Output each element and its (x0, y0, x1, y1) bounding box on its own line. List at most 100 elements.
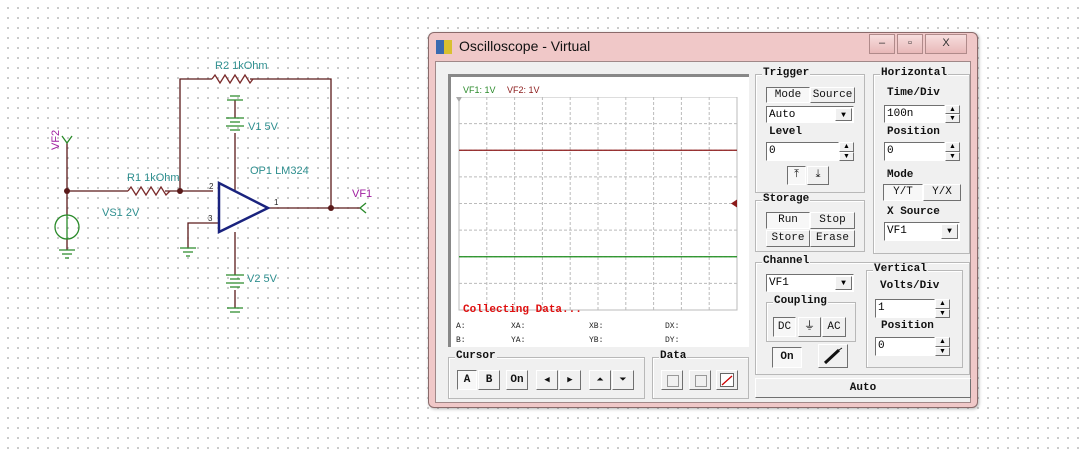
channel-select[interactable]: VF1 ▼ (766, 274, 854, 292)
store-button[interactable]: Store (766, 230, 810, 247)
horizontal-group-label: Horizontal (880, 67, 949, 79)
rising-edge-button[interactable]: ⤒ (787, 166, 806, 185)
trigger-source-tab[interactable]: Source (810, 87, 855, 103)
scope-client-area: VF1: 1V VF2: 1V Collecting Data... A: XA… (435, 61, 971, 403)
trigger-group-label: Trigger (762, 67, 811, 79)
maximize-button[interactable]: ▫ (897, 34, 923, 54)
cursor-a-button[interactable]: A (457, 370, 477, 390)
h-mode-label: Mode (887, 169, 914, 181)
opamp-symbol (217, 180, 271, 235)
x-source-select[interactable]: VF1 ▼ (884, 222, 960, 241)
readout-xb: XB: (589, 322, 604, 331)
cursor-up-button[interactable]: ⏶ (589, 370, 611, 390)
readout-xa: XA: (511, 322, 526, 331)
cursor-left-button[interactable]: ◀ (536, 370, 558, 390)
r1-resistor (127, 185, 171, 197)
coupling-group: Coupling DC ⏚ AC (766, 295, 856, 342)
trigger-marker-icon (456, 97, 462, 102)
op1-label: OP1 LM324 (250, 165, 309, 177)
window-title: Oscilloscope - Virtual (459, 38, 591, 54)
trigger-group: Trigger Mode Source Auto ▼ Level 0 ▲ ▼ ⤒ ⤓ (755, 67, 865, 193)
h-position-spinner[interactable]: ▲ ▼ (945, 142, 960, 161)
v2-label: V2 5V (247, 273, 278, 285)
time-div-label: Time/Div (887, 87, 940, 99)
scope-grid (456, 97, 738, 311)
trigger-mode-tab[interactable]: Mode (766, 87, 810, 103)
storage-group-label: Storage (762, 193, 811, 205)
run-button[interactable]: Run (766, 212, 810, 229)
coupling-label: Coupling (773, 295, 828, 307)
auto-button[interactable]: Auto (755, 378, 971, 398)
vf2-probe-label: VF2 (50, 130, 62, 150)
import-icon (667, 375, 679, 387)
data-plot-button[interactable] (716, 370, 738, 390)
x-source-value: VF1 (887, 225, 907, 237)
close-button[interactable]: X (925, 34, 967, 54)
ground-marker-icon (731, 199, 737, 208)
ch2-scale-label: VF2: 1V (507, 85, 540, 95)
oscilloscope-window: Oscilloscope - Virtual ‒ ▫ X VF1: 1V VF2… (428, 32, 978, 408)
data-import-button[interactable] (661, 370, 683, 390)
h-position-input[interactable]: 0 (884, 142, 945, 161)
r2-resistor (211, 73, 254, 85)
v1-label: V1 5V (248, 121, 279, 133)
cursor-down-button[interactable]: ⏷ (612, 370, 634, 390)
storage-group: Storage Run Stop Store Erase (755, 193, 865, 252)
volts-div-label: Volts/Div (880, 280, 940, 292)
pen-icon (823, 347, 843, 365)
trigger-mode-value: Auto (769, 109, 796, 121)
readout-dx: DX: (665, 322, 680, 331)
dc-coupling-button[interactable]: DC (773, 317, 796, 337)
data-export-button[interactable] (689, 370, 711, 390)
chevron-down-icon[interactable]: ▼ (941, 224, 958, 239)
yt-mode-button[interactable]: Y/T (883, 184, 923, 201)
chevron-down-icon[interactable]: ▼ (835, 276, 852, 290)
probe-color-button[interactable] (818, 344, 848, 368)
ch1-scale-label: VF1: 1V (463, 85, 496, 95)
erase-button[interactable]: Erase (810, 230, 855, 247)
x-source-label: X Source (887, 206, 940, 218)
svg-text:1: 1 (274, 198, 279, 207)
readout-yb: YB: (589, 336, 604, 345)
vertical-group: Vertical Volts/Div 1 ▲ ▼ Position 0 ▲ ▼ (866, 263, 963, 368)
cursor-right-button[interactable]: ▶ (559, 370, 581, 390)
horizontal-group: Horizontal Time/Div 100n ▲ ▼ Position 0 ▲… (873, 67, 970, 254)
data-group-label: Data (659, 350, 688, 362)
app-icon (436, 40, 452, 54)
yx-mode-button[interactable]: Y/X (923, 184, 961, 201)
vf1-probe-label: VF1 (352, 188, 372, 200)
r2-label: R2 1kOhm (215, 60, 268, 72)
v-position-spinner[interactable]: ▲ ▼ (935, 337, 950, 356)
v-position-input[interactable]: 0 (875, 337, 935, 356)
stop-button[interactable]: Stop (810, 212, 855, 229)
channel-group: Channel VF1 ▼ Coupling DC ⏚ AC On Vertica… (755, 255, 970, 375)
cursor-b-button[interactable]: B (478, 370, 500, 390)
minimize-button[interactable]: ‒ (869, 34, 895, 54)
volts-div-spinner[interactable]: ▲ ▼ (935, 299, 950, 318)
cursor-on-button[interactable]: On (506, 370, 528, 390)
cursor-group: Cursor A B On ◀ ▶ ⏶ ⏷ (448, 350, 645, 399)
ground-coupling-button[interactable]: ⏚ (798, 317, 821, 337)
trigger-level-input[interactable]: 0 (766, 142, 839, 161)
v-position-label: Position (881, 320, 934, 332)
ac-coupling-button[interactable]: AC (822, 317, 846, 337)
readout-dy: DY: (665, 336, 680, 345)
trigger-mode-select[interactable]: Auto ▼ (766, 106, 854, 123)
status-text: Collecting Data... (463, 304, 582, 316)
trigger-level-spinner[interactable]: ▲ ▼ (839, 142, 854, 161)
readout-a: A: (456, 322, 466, 331)
schematic-canvas: R2 1kOhm V1 5V OP1 LM324 R1 1kOhm VS1 2V… (50, 60, 372, 313)
time-div-spinner[interactable]: ▲ ▼ (945, 105, 960, 123)
level-label: Level (769, 126, 803, 138)
channel-on-button[interactable]: On (772, 347, 802, 368)
time-div-input[interactable]: 100n (884, 105, 945, 123)
volts-div-input[interactable]: 1 (875, 299, 935, 318)
falling-edge-button[interactable]: ⤓ (807, 166, 829, 185)
plot-icon (720, 373, 734, 387)
h-position-label: Position (887, 126, 940, 138)
r1-label: R1 1kOhm (127, 172, 180, 184)
channel-value: VF1 (769, 277, 789, 289)
chevron-down-icon[interactable]: ▼ (835, 108, 852, 121)
vs1-label: VS1 2V (102, 207, 140, 219)
readout-b: B: (456, 336, 466, 345)
